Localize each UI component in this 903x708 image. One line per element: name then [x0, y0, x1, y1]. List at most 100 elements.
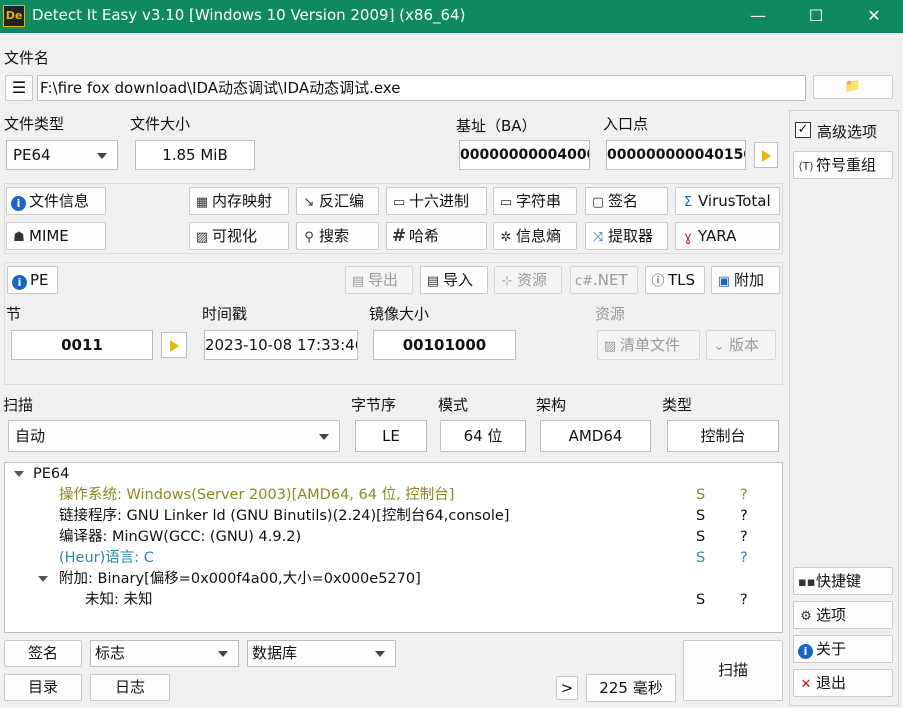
strings-button[interactable]: ▭ 字符串 [493, 187, 577, 215]
import-button[interactable]: ▤ 导入 [420, 266, 488, 294]
file-type-select[interactable]: PE64 [6, 140, 118, 170]
section-follow-button[interactable] [161, 332, 187, 358]
tree-row-unknown[interactable]: 未知: 未知 [85, 590, 153, 611]
manifest-button[interactable]: ▨ 清单文件 [597, 330, 700, 360]
chevron-down-icon [375, 651, 385, 657]
log-button[interactable]: 日志 [90, 674, 170, 701]
file-path-input[interactable]: F:\fire fox download\IDA动态调试\IDA动态调试.exe [37, 75, 806, 101]
shortcuts-button[interactable]: ▪▪快捷键 [793, 567, 893, 595]
disassembly-button[interactable]: ↘ 反汇编 [296, 187, 379, 215]
collapse-icon[interactable] [14, 471, 24, 477]
tree-row-linker-s[interactable]: S [696, 506, 705, 527]
tls-button[interactable]: ⓘ TLS [645, 266, 705, 294]
open-folder-button[interactable]: 📁 [813, 75, 893, 99]
tree-row-compiler-s[interactable]: S [696, 527, 705, 548]
file-info-button[interactable]: i 文件信息 [6, 187, 106, 215]
tree-row-language-s[interactable]: S [696, 548, 705, 569]
exit-button[interactable]: ✕ 退出 [793, 669, 893, 697]
info-icon: i [798, 644, 813, 659]
minimize-button[interactable]: — [729, 0, 787, 33]
tree-row-linker-q[interactable]: ? [740, 506, 748, 527]
resources-label: 资源 [595, 305, 626, 323]
file-size-value: 1.85 MiB [135, 140, 255, 170]
memory-icon: ▦ [195, 195, 209, 210]
resources-button[interactable]: ⊹ 资源 [494, 266, 562, 294]
section-count-value[interactable]: 0011 [11, 330, 153, 360]
bits-value: 64 位 [440, 420, 526, 452]
close-icon: ✕ [800, 677, 812, 692]
memory-map-button[interactable]: ▦ 内存映射 [189, 187, 289, 215]
visualization-button[interactable]: ▨ 可视化 [189, 222, 289, 250]
entropy-icon: ✲ [500, 230, 512, 245]
entropy-button[interactable]: ✲ 信息熵 [493, 222, 577, 250]
tree-row-language-q[interactable]: ? [740, 548, 748, 569]
entry-point-value[interactable]: 0000000000401500 [606, 140, 746, 170]
extractor-button[interactable]: ⤨ 提取器 [585, 222, 668, 250]
flags-select[interactable]: 标志 [90, 640, 239, 667]
scan-button[interactable]: 扫描 [683, 640, 783, 701]
virustotal-icon: Σ [683, 195, 693, 210]
dotnet-button[interactable]: c#.NET [570, 266, 638, 294]
virustotal-button[interactable]: Σ VirusTotal [675, 187, 780, 215]
text-icon: ⟨T⟩ [798, 160, 814, 173]
maximize-button[interactable]: ☐ [787, 0, 845, 33]
tree-row-os-q[interactable]: ? [740, 485, 748, 506]
tree-row-language[interactable]: (Heur)语言: C [59, 548, 154, 569]
resources-icon: ⊹ [501, 274, 513, 289]
results-tree[interactable]: PE64 操作系统: Windows(Server 2003)[AMD64, 6… [4, 462, 783, 633]
menu-icon[interactable]: ☰ [5, 75, 33, 101]
symbol-rebuild-button[interactable]: ⟨T⟩ 符号重组 [793, 151, 893, 179]
window-title: Detect It Easy v3.10 [Windows 10 Version… [32, 6, 466, 24]
entry-point-follow-button[interactable] [754, 142, 778, 168]
tree-row-linker[interactable]: 链接程序: GNU Linker ld (GNU Binutils)(2.24)… [59, 506, 509, 527]
flags-value: 标志 [95, 644, 126, 662]
overlay-button[interactable]: ▣ 附加 [711, 266, 780, 294]
hex-button[interactable]: ▭ 十六进制 [386, 187, 487, 215]
import-icon: ▤ [426, 274, 440, 289]
type-label: 类型 [662, 396, 693, 414]
collapse-icon[interactable] [38, 576, 48, 582]
tree-row-compiler-q[interactable]: ? [740, 527, 748, 548]
scan-mode-select[interactable]: 自动 [8, 420, 340, 452]
hash-button[interactable]: # 哈希 [386, 222, 487, 250]
database-select[interactable]: 数据库 [247, 640, 396, 667]
arrow-right-icon [169, 340, 179, 352]
base-address-value[interactable]: 0000000000400000 [459, 140, 590, 170]
file-type-value: PE64 [13, 146, 51, 164]
overlay-icon: ▣ [717, 274, 731, 289]
signatures-button[interactable]: ▢ 签名 [585, 187, 668, 215]
directory-button[interactable]: 目录 [4, 674, 82, 701]
options-button[interactable]: ⚙ 选项 [793, 601, 893, 629]
strings-icon: ▭ [499, 195, 513, 210]
image-icon: ▨ [195, 230, 209, 245]
advanced-checkbox[interactable]: ✓ [795, 122, 811, 138]
disassembly-icon: ↘ [303, 195, 315, 210]
version-button[interactable]: ⌄ 版本 [706, 330, 776, 360]
endianness-label: 字节序 [351, 396, 397, 414]
tree-row-os[interactable]: 操作系统: Windows(Server 2003)[AMD64, 64 位, … [59, 485, 454, 506]
file-size-label: 文件大小 [130, 115, 191, 133]
tree-row-compiler[interactable]: 编译器: MinGW(GCC: (GNU) 4.9.2) [59, 527, 301, 548]
info-icon: i [12, 275, 27, 290]
tree-row-unknown-s[interactable]: S [696, 590, 705, 611]
timestamp-label: 时间戳 [202, 305, 248, 323]
mime-button[interactable]: ☗ MIME [6, 222, 106, 250]
mime-icon: ☗ [13, 230, 25, 245]
tree-row-unknown-q[interactable]: ? [740, 590, 748, 611]
signature-icon: ▢ [591, 195, 605, 210]
image-size-label: 镜像大小 [369, 305, 430, 323]
pe-button[interactable]: i PE [7, 266, 58, 294]
tree-root[interactable]: PE64 [33, 464, 69, 485]
about-button[interactable]: i 关于 [793, 635, 893, 663]
tree-row-os-s[interactable]: S [696, 485, 705, 506]
yara-button[interactable]: ɣ YARA [675, 222, 780, 250]
export-button[interactable]: ▤ 导出 [345, 266, 413, 294]
scan-mode-value: 自动 [15, 427, 46, 445]
tree-row-overlay[interactable]: 附加: Binary[偏移=0x000f4a00,大小=0x000e5270] [59, 569, 421, 590]
advanced-label: 高级选项 [817, 123, 878, 141]
arrow-right-icon [761, 150, 771, 162]
search-button[interactable]: ⚲ 搜索 [296, 222, 379, 250]
signatures-db-button[interactable]: 签名 [4, 640, 82, 667]
more-button[interactable]: > [556, 676, 578, 700]
close-button[interactable]: ✕ [845, 0, 903, 33]
